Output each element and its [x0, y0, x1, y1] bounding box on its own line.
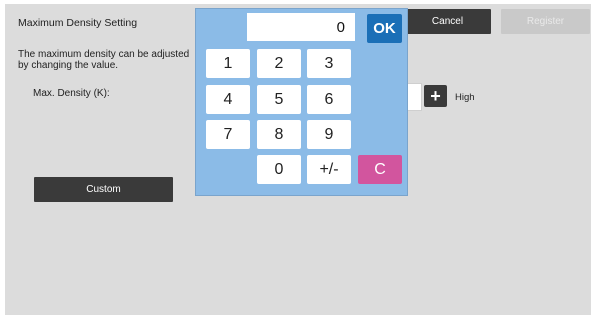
key-4[interactable]: 4 — [206, 85, 250, 114]
key-2[interactable]: 2 — [257, 49, 301, 78]
clear-button[interactable]: C — [358, 155, 402, 184]
numeric-keypad: 0 OK 1 2 3 4 5 6 7 8 9 0 +/- C — [195, 8, 408, 196]
key-plus-minus[interactable]: +/- — [307, 155, 351, 184]
key-6[interactable]: 6 — [307, 85, 351, 114]
key-9[interactable]: 9 — [307, 120, 351, 149]
key-8[interactable]: 8 — [257, 120, 301, 149]
description-text: The maximum density can be adjusted by c… — [18, 49, 190, 71]
cancel-button[interactable]: Cancel — [404, 9, 491, 34]
key-1[interactable]: 1 — [206, 49, 250, 78]
keypad-display: 0 — [247, 13, 355, 41]
page-title: Maximum Density Setting — [18, 17, 138, 29]
key-7[interactable]: 7 — [206, 120, 250, 149]
high-label: High — [455, 92, 475, 103]
custom-button[interactable]: Custom — [34, 177, 173, 202]
key-3[interactable]: 3 — [307, 49, 351, 78]
key-0[interactable]: 0 — [257, 155, 301, 184]
ok-button[interactable]: OK — [367, 14, 402, 43]
register-button[interactable]: Register — [501, 9, 590, 34]
max-density-label: Max. Density (K): — [33, 88, 110, 99]
key-5[interactable]: 5 — [257, 85, 301, 114]
increase-button[interactable]: + — [424, 85, 447, 107]
